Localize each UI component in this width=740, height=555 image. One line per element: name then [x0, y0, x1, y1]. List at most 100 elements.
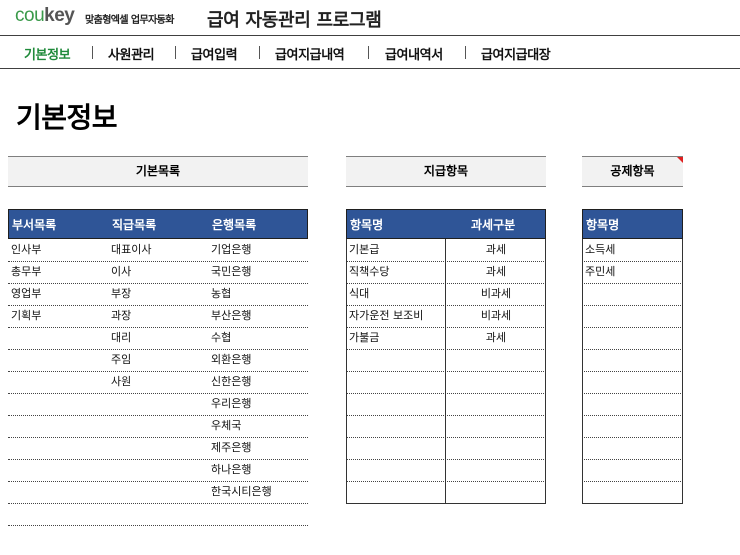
app-title: 급여 자동관리 프로그램 [207, 10, 382, 31]
bank-cell[interactable]: 기업은행 [211, 239, 251, 261]
table-border [346, 239, 347, 503]
table-border [682, 239, 683, 503]
row-divider [8, 393, 308, 394]
bank-cell[interactable]: 농협 [211, 283, 231, 305]
comment-indicator-icon[interactable] [677, 157, 683, 163]
row-divider [582, 393, 683, 394]
col-header-banks: 은행목록 [212, 218, 257, 232]
pay-item-tax-cell[interactable]: 과세 [446, 261, 546, 283]
row-divider [582, 371, 683, 372]
row-divider [8, 283, 308, 284]
pay-item-name-cell[interactable]: 가불금 [349, 327, 379, 349]
row-divider [346, 481, 546, 482]
bank-cell[interactable]: 부산은행 [211, 305, 251, 327]
coukey-logo[interactable]: coukey [15, 5, 75, 27]
pay-item-name-cell[interactable]: 자가운전 보조비 [349, 305, 423, 327]
row-divider [346, 437, 546, 438]
row-divider [8, 349, 308, 350]
row-divider [582, 283, 683, 284]
main-nav: 기본정보 사원관리 급여입력 급여지급내역 급여내역서 급여지급대장 [0, 37, 740, 69]
pay-items-section-title: 지급항목 [346, 156, 546, 187]
app-header: coukey 맞춤형엑셀 업무자동화 급여 자동관리 프로그램 [0, 0, 740, 36]
pay-item-name-cell[interactable]: 기본급 [349, 239, 379, 261]
deduction-items-section-title: 공제항목 [610, 164, 655, 178]
row-divider [8, 503, 308, 504]
row-divider [346, 415, 546, 416]
bank-cell[interactable]: 우체국 [211, 415, 241, 437]
bank-cell[interactable]: 수협 [211, 327, 231, 349]
deduction-item-cell[interactable]: 주민세 [585, 261, 615, 283]
row-divider [8, 415, 308, 416]
row-divider [346, 393, 546, 394]
pay-item-name-cell[interactable]: 식대 [349, 283, 369, 305]
nav-separator [259, 46, 260, 59]
basic-list-header-row: 부서목록 직급목록 은행목록 [8, 209, 308, 239]
bank-cell[interactable]: 제주은행 [211, 437, 251, 459]
row-divider [582, 437, 683, 438]
position-cell[interactable]: 대표이사 [111, 239, 151, 261]
deduction-items-header-row: 항목명 [582, 209, 683, 239]
pay-item-tax-cell[interactable]: 비과세 [446, 305, 546, 327]
position-cell[interactable]: 주임 [111, 349, 131, 371]
nav-payroll-history[interactable]: 급여지급내역 [275, 44, 345, 63]
table-border [582, 503, 683, 504]
bank-cell[interactable]: 한국시티은행 [211, 481, 272, 503]
table-border [346, 503, 546, 504]
pay-item-name-cell[interactable]: 직책수당 [349, 261, 389, 283]
row-divider [8, 261, 308, 262]
position-cell[interactable]: 사원 [111, 371, 131, 393]
nav-basic-info[interactable]: 기본정보 [24, 44, 71, 63]
row-divider [346, 349, 546, 350]
col-header-positions: 직급목록 [112, 218, 157, 232]
deduction-item-cell[interactable]: 소득세 [585, 239, 615, 261]
logo-key-text: key [44, 5, 75, 26]
col-header-item-name: 항목명 [350, 218, 384, 232]
row-divider [582, 481, 683, 482]
deduction-items-section-head: 공제항목 [582, 156, 683, 187]
bank-cell[interactable]: 외환은행 [211, 349, 251, 371]
nav-payroll-input[interactable]: 급여입력 [191, 44, 238, 63]
row-divider [8, 437, 308, 438]
row-divider [8, 327, 308, 328]
page-title: 기본정보 [16, 101, 118, 134]
nav-separator [92, 46, 93, 59]
department-cell[interactable]: 기획부 [11, 305, 41, 327]
nav-employee-management[interactable]: 사원관리 [108, 44, 155, 63]
row-divider [8, 305, 308, 306]
table-border [582, 239, 583, 503]
bank-cell[interactable]: 하나은행 [211, 459, 251, 481]
position-cell[interactable]: 대리 [111, 327, 131, 349]
row-divider [582, 415, 683, 416]
bank-cell[interactable]: 우리은행 [211, 393, 251, 415]
pay-item-tax-cell[interactable]: 비과세 [446, 283, 546, 305]
department-cell[interactable]: 총무부 [11, 261, 41, 283]
basic-list-section-title: 기본목록 [8, 156, 308, 187]
nav-separator [175, 46, 176, 59]
nav-payroll-ledger[interactable]: 급여지급대장 [481, 44, 551, 63]
row-divider [346, 459, 546, 460]
row-divider [346, 371, 546, 372]
row-divider [582, 305, 683, 306]
pay-item-tax-cell[interactable]: 과세 [446, 239, 546, 261]
nav-separator [368, 46, 369, 59]
logo-subtitle: 맞춤형엑셀 업무자동화 [85, 15, 174, 26]
bank-cell[interactable]: 신한은행 [211, 371, 251, 393]
pay-item-tax-cell[interactable]: 과세 [446, 327, 546, 349]
row-divider [8, 525, 308, 526]
col-header-tax-type: 과세구분 [471, 218, 516, 232]
row-divider [8, 459, 308, 460]
col-header-deduction-name: 항목명 [586, 218, 620, 232]
nav-payslip[interactable]: 급여내역서 [385, 44, 443, 63]
logo-cou-text: cou [15, 5, 45, 26]
position-cell[interactable]: 이사 [111, 261, 131, 283]
department-cell[interactable]: 인사부 [11, 239, 41, 261]
position-cell[interactable]: 부장 [111, 283, 131, 305]
pay-items-header-row: 항목명 과세구분 [346, 209, 546, 239]
col-header-departments: 부서목록 [12, 218, 57, 232]
row-divider [8, 371, 308, 372]
department-cell[interactable]: 영업부 [11, 283, 41, 305]
position-cell[interactable]: 과장 [111, 305, 131, 327]
row-divider [582, 327, 683, 328]
bank-cell[interactable]: 국민은행 [211, 261, 251, 283]
nav-separator [465, 46, 466, 59]
